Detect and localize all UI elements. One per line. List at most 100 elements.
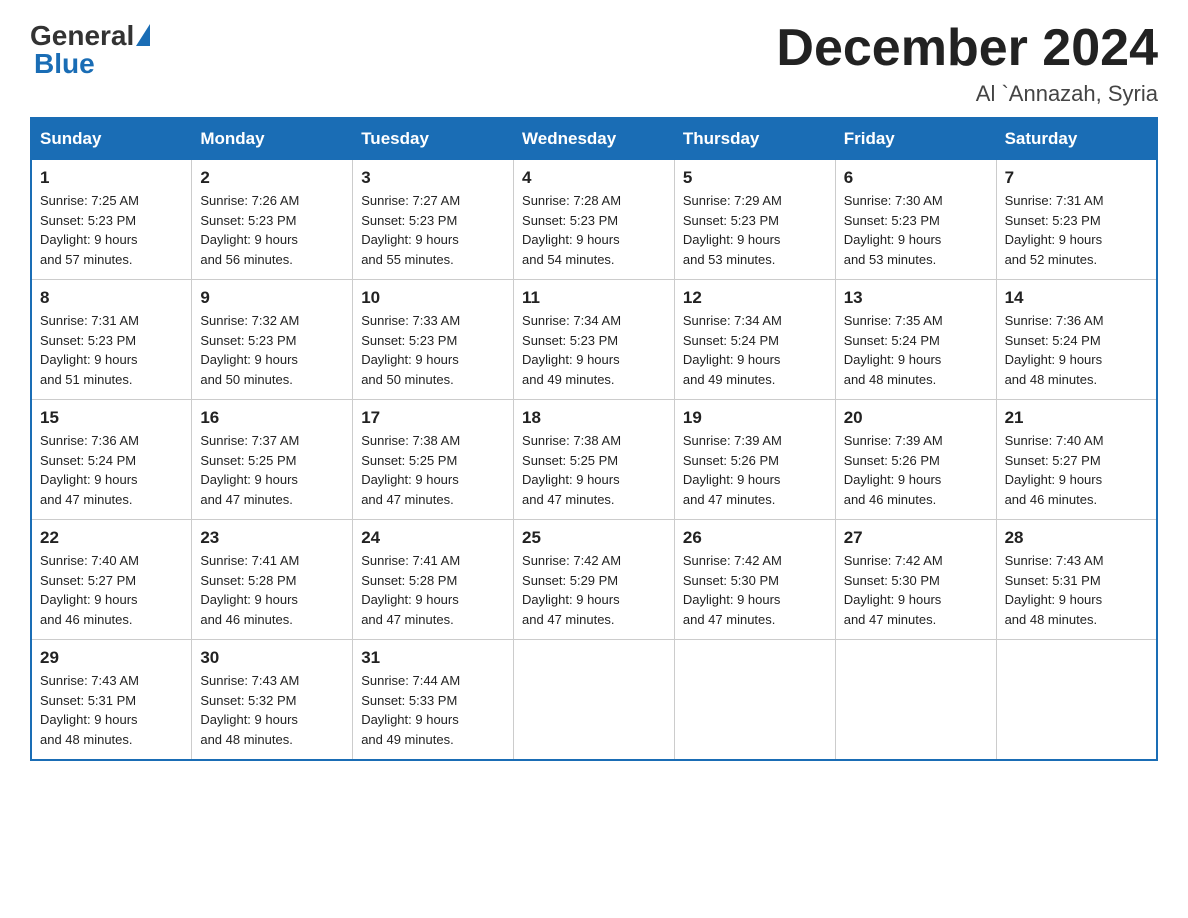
day-info: Sunrise: 7:33 AMSunset: 5:23 PMDaylight:… [361,313,460,387]
day-info: Sunrise: 7:43 AMSunset: 5:31 PMDaylight:… [1005,553,1104,627]
page-header: General Blue December 2024 Al `Annazah, … [30,20,1158,107]
day-number: 15 [40,408,183,428]
logo: General Blue [30,20,150,80]
day-info: Sunrise: 7:28 AMSunset: 5:23 PMDaylight:… [522,193,621,267]
calendar-cell: 2 Sunrise: 7:26 AMSunset: 5:23 PMDayligh… [192,160,353,280]
day-number: 2 [200,168,344,188]
calendar-cell: 29 Sunrise: 7:43 AMSunset: 5:31 PMDaylig… [31,640,192,761]
day-header-tuesday: Tuesday [353,118,514,160]
day-info: Sunrise: 7:25 AMSunset: 5:23 PMDaylight:… [40,193,139,267]
day-info: Sunrise: 7:42 AMSunset: 5:29 PMDaylight:… [522,553,621,627]
calendar-cell [514,640,675,761]
day-info: Sunrise: 7:35 AMSunset: 5:24 PMDaylight:… [844,313,943,387]
day-number: 23 [200,528,344,548]
calendar-cell: 6 Sunrise: 7:30 AMSunset: 5:23 PMDayligh… [835,160,996,280]
day-number: 1 [40,168,183,188]
day-number: 19 [683,408,827,428]
day-number: 29 [40,648,183,668]
day-number: 21 [1005,408,1148,428]
calendar-cell: 15 Sunrise: 7:36 AMSunset: 5:24 PMDaylig… [31,400,192,520]
logo-blue-part [134,24,150,48]
calendar-table: SundayMondayTuesdayWednesdayThursdayFrid… [30,117,1158,761]
calendar-cell [674,640,835,761]
calendar-cell: 18 Sunrise: 7:38 AMSunset: 5:25 PMDaylig… [514,400,675,520]
day-info: Sunrise: 7:31 AMSunset: 5:23 PMDaylight:… [1005,193,1104,267]
calendar-cell: 28 Sunrise: 7:43 AMSunset: 5:31 PMDaylig… [996,520,1157,640]
day-number: 30 [200,648,344,668]
day-info: Sunrise: 7:38 AMSunset: 5:25 PMDaylight:… [522,433,621,507]
day-number: 18 [522,408,666,428]
logo-triangle-icon [136,24,150,46]
calendar-cell: 24 Sunrise: 7:41 AMSunset: 5:28 PMDaylig… [353,520,514,640]
day-info: Sunrise: 7:40 AMSunset: 5:27 PMDaylight:… [1005,433,1104,507]
day-header-wednesday: Wednesday [514,118,675,160]
day-info: Sunrise: 7:31 AMSunset: 5:23 PMDaylight:… [40,313,139,387]
calendar-cell [996,640,1157,761]
day-header-monday: Monday [192,118,353,160]
logo-blue-text: Blue [34,48,95,80]
day-header-friday: Friday [835,118,996,160]
calendar-cell [835,640,996,761]
calendar-cell: 25 Sunrise: 7:42 AMSunset: 5:29 PMDaylig… [514,520,675,640]
day-number: 26 [683,528,827,548]
day-info: Sunrise: 7:39 AMSunset: 5:26 PMDaylight:… [844,433,943,507]
day-number: 8 [40,288,183,308]
calendar-cell: 27 Sunrise: 7:42 AMSunset: 5:30 PMDaylig… [835,520,996,640]
day-info: Sunrise: 7:43 AMSunset: 5:32 PMDaylight:… [200,673,299,747]
day-number: 11 [522,288,666,308]
day-number: 24 [361,528,505,548]
week-row-3: 15 Sunrise: 7:36 AMSunset: 5:24 PMDaylig… [31,400,1157,520]
day-info: Sunrise: 7:32 AMSunset: 5:23 PMDaylight:… [200,313,299,387]
calendar-cell: 4 Sunrise: 7:28 AMSunset: 5:23 PMDayligh… [514,160,675,280]
calendar-body: 1 Sunrise: 7:25 AMSunset: 5:23 PMDayligh… [31,160,1157,761]
day-number: 5 [683,168,827,188]
calendar-cell: 13 Sunrise: 7:35 AMSunset: 5:24 PMDaylig… [835,280,996,400]
day-info: Sunrise: 7:26 AMSunset: 5:23 PMDaylight:… [200,193,299,267]
calendar-cell: 21 Sunrise: 7:40 AMSunset: 5:27 PMDaylig… [996,400,1157,520]
day-info: Sunrise: 7:34 AMSunset: 5:23 PMDaylight:… [522,313,621,387]
day-number: 3 [361,168,505,188]
calendar-cell: 5 Sunrise: 7:29 AMSunset: 5:23 PMDayligh… [674,160,835,280]
day-number: 6 [844,168,988,188]
day-info: Sunrise: 7:39 AMSunset: 5:26 PMDaylight:… [683,433,782,507]
calendar-cell: 20 Sunrise: 7:39 AMSunset: 5:26 PMDaylig… [835,400,996,520]
day-info: Sunrise: 7:27 AMSunset: 5:23 PMDaylight:… [361,193,460,267]
week-row-5: 29 Sunrise: 7:43 AMSunset: 5:31 PMDaylig… [31,640,1157,761]
week-row-2: 8 Sunrise: 7:31 AMSunset: 5:23 PMDayligh… [31,280,1157,400]
week-row-4: 22 Sunrise: 7:40 AMSunset: 5:27 PMDaylig… [31,520,1157,640]
day-number: 22 [40,528,183,548]
day-info: Sunrise: 7:34 AMSunset: 5:24 PMDaylight:… [683,313,782,387]
day-info: Sunrise: 7:41 AMSunset: 5:28 PMDaylight:… [200,553,299,627]
calendar-cell: 19 Sunrise: 7:39 AMSunset: 5:26 PMDaylig… [674,400,835,520]
day-number: 12 [683,288,827,308]
day-header-saturday: Saturday [996,118,1157,160]
day-number: 10 [361,288,505,308]
day-info: Sunrise: 7:36 AMSunset: 5:24 PMDaylight:… [40,433,139,507]
calendar-cell: 31 Sunrise: 7:44 AMSunset: 5:33 PMDaylig… [353,640,514,761]
calendar-cell: 12 Sunrise: 7:34 AMSunset: 5:24 PMDaylig… [674,280,835,400]
calendar-cell: 16 Sunrise: 7:37 AMSunset: 5:25 PMDaylig… [192,400,353,520]
calendar-cell: 3 Sunrise: 7:27 AMSunset: 5:23 PMDayligh… [353,160,514,280]
calendar-cell: 11 Sunrise: 7:34 AMSunset: 5:23 PMDaylig… [514,280,675,400]
calendar-cell: 23 Sunrise: 7:41 AMSunset: 5:28 PMDaylig… [192,520,353,640]
calendar-cell: 14 Sunrise: 7:36 AMSunset: 5:24 PMDaylig… [996,280,1157,400]
day-info: Sunrise: 7:40 AMSunset: 5:27 PMDaylight:… [40,553,139,627]
calendar-cell: 8 Sunrise: 7:31 AMSunset: 5:23 PMDayligh… [31,280,192,400]
title-section: December 2024 Al `Annazah, Syria [776,20,1158,107]
week-row-1: 1 Sunrise: 7:25 AMSunset: 5:23 PMDayligh… [31,160,1157,280]
month-title: December 2024 [776,20,1158,77]
day-number: 27 [844,528,988,548]
day-info: Sunrise: 7:42 AMSunset: 5:30 PMDaylight:… [683,553,782,627]
day-info: Sunrise: 7:41 AMSunset: 5:28 PMDaylight:… [361,553,460,627]
day-number: 20 [844,408,988,428]
calendar-header: SundayMondayTuesdayWednesdayThursdayFrid… [31,118,1157,160]
calendar-cell: 9 Sunrise: 7:32 AMSunset: 5:23 PMDayligh… [192,280,353,400]
day-info: Sunrise: 7:36 AMSunset: 5:24 PMDaylight:… [1005,313,1104,387]
day-header-sunday: Sunday [31,118,192,160]
day-number: 17 [361,408,505,428]
day-number: 16 [200,408,344,428]
day-info: Sunrise: 7:37 AMSunset: 5:25 PMDaylight:… [200,433,299,507]
calendar-cell: 17 Sunrise: 7:38 AMSunset: 5:25 PMDaylig… [353,400,514,520]
day-header-thursday: Thursday [674,118,835,160]
calendar-cell: 26 Sunrise: 7:42 AMSunset: 5:30 PMDaylig… [674,520,835,640]
